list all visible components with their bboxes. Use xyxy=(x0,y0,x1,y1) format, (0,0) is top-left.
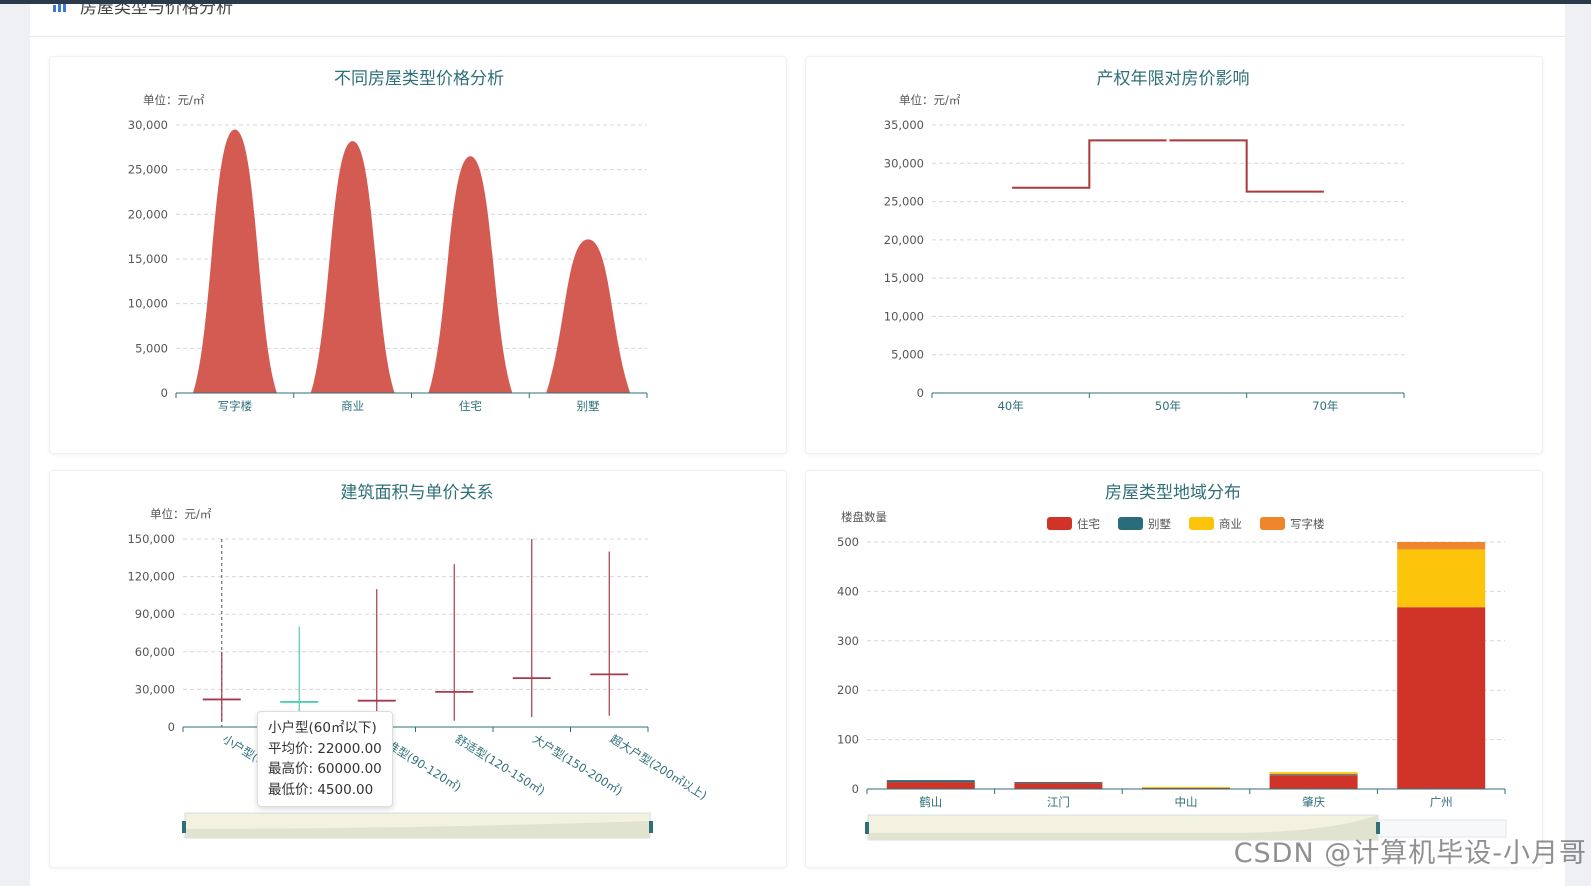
unit-label: 单位：元/㎡ xyxy=(143,93,205,107)
card-type-price: 不同房屋类型价格分析 单位：元/㎡ 0 5,000 10,000 15,000 20,0… xyxy=(49,56,787,454)
x-tick-label: 住宅 xyxy=(459,399,482,413)
chart-title: 不同房屋类型价格分析 xyxy=(334,69,504,89)
y-tick-label: 30,000 xyxy=(135,682,175,696)
bar-住宅 xyxy=(1014,783,1103,789)
y-tick-label: 0 xyxy=(168,720,175,734)
bar-写字楼 xyxy=(1397,542,1486,550)
legend-label: 住宅 xyxy=(1077,517,1100,531)
y-tick-label: 120,000 xyxy=(127,570,175,584)
chart-title: 房屋类型地域分布 xyxy=(1105,483,1241,503)
step-line xyxy=(1010,139,1326,193)
legend-label: 写字楼 xyxy=(1290,517,1325,531)
chart-title: 建筑面积与单价关系 xyxy=(341,483,494,503)
y-tick-label: 150,000 xyxy=(127,532,175,546)
tooltip-avg: 平均价: 22000.00 xyxy=(268,740,382,757)
x-tick-label: 50年 xyxy=(1155,399,1181,413)
chart-icon xyxy=(53,4,66,12)
x-tick-label: 鹤山 xyxy=(919,795,942,809)
data-point xyxy=(1009,186,1013,190)
y-tick-label: 10,000 xyxy=(128,297,168,311)
tooltip-min: 最低价: 4500.00 xyxy=(268,781,374,798)
y-tick-label: 200 xyxy=(837,683,859,697)
bar-住宅 xyxy=(886,782,975,789)
x-tick-label: 江门 xyxy=(1047,795,1070,809)
page-content: 房屋类型与价格分析 不同房屋类型价格分析 单位：元/㎡ 0 5,000 10,000… xyxy=(30,4,1565,886)
bar-别墅 xyxy=(1269,774,1358,776)
y-tick-label: 30,000 xyxy=(884,156,924,170)
price-peak-1 xyxy=(310,141,395,393)
y-tick-label: 90,000 xyxy=(135,607,175,621)
bar-商业 xyxy=(1269,772,1358,775)
x-tick-label: 广州 xyxy=(1430,795,1453,809)
y-tick-label: 20,000 xyxy=(128,207,168,221)
price-peak-0 xyxy=(192,129,277,393)
bar-别墅 xyxy=(886,780,975,783)
y-tick-label: 35,000 xyxy=(884,118,924,132)
x-tick-label: 中山 xyxy=(1175,795,1198,809)
legend-swatch xyxy=(1118,517,1143,530)
x-tick-label: 超大户型(200㎡以上) xyxy=(608,732,710,803)
legend-swatch xyxy=(1260,517,1285,530)
bar-住宅 xyxy=(1269,775,1358,789)
y-tick-label: 20,000 xyxy=(884,233,924,247)
bar-住宅 xyxy=(1397,607,1486,789)
tooltip-max: 最高价: 60000.00 xyxy=(268,761,382,777)
y-tick-label: 400 xyxy=(837,584,859,598)
tooltip-category: 小户型(60㎡以下) xyxy=(268,720,377,736)
y-tick-label: 60,000 xyxy=(135,645,175,659)
page-title: 房屋类型与价格分析 xyxy=(80,4,233,18)
data-point xyxy=(1323,190,1327,194)
x-tick-label: 商业 xyxy=(341,399,364,413)
y-tick-label: 0 xyxy=(161,386,168,400)
y-tick-label: 25,000 xyxy=(884,195,924,209)
y-tick-label: 5,000 xyxy=(135,341,168,355)
right-scroll-area xyxy=(1565,4,1591,886)
slider-handle-right[interactable] xyxy=(649,821,653,833)
card-region-distribution: 房屋类型地域分布 楼盘数量 住宅 别墅 商业 写字楼 0 100 200 300 400 500 鹤… xyxy=(805,470,1543,868)
y-tick-label: 0 xyxy=(852,782,859,796)
slider-handle-left[interactable] xyxy=(865,822,869,834)
legend-swatch xyxy=(1189,517,1214,530)
unit-label: 单位：元/㎡ xyxy=(150,507,212,521)
area-price-chart: 建筑面积与单价关系 单位：元/㎡ 0 30,000 60,000 90,000 120,… xyxy=(127,483,710,839)
x-tick-label: 70年 xyxy=(1312,399,1338,413)
y-tick-label: 10,000 xyxy=(884,309,924,323)
x-tick-label: 别墅 xyxy=(577,399,600,413)
left-sidebar-edge xyxy=(0,4,30,886)
region-distribution-chart: 房屋类型地域分布 楼盘数量 住宅 别墅 商业 写字楼 0 100 200 300 400 500 鹤… xyxy=(837,483,1507,841)
tenure-price-chart: 产权年限对房价影响 单位：元/㎡ 0 5,000 10,000 15,000 20,00… xyxy=(884,69,1405,413)
y-tick-label: 0 xyxy=(917,386,924,400)
chart-title: 产权年限对房价影响 xyxy=(1097,69,1250,89)
price-peak-2 xyxy=(428,156,513,393)
page-header: 房屋类型与价格分析 xyxy=(30,4,1565,37)
y-tick-label: 15,000 xyxy=(128,252,168,266)
y-tick-label: 25,000 xyxy=(128,163,168,177)
card-tenure-price: 产权年限对房价影响 单位：元/㎡ 0 5,000 10,000 15,000 20,00… xyxy=(805,56,1543,454)
x-tick-label: 40年 xyxy=(998,399,1024,413)
bar-商业 xyxy=(1142,787,1230,788)
legend-swatch xyxy=(1047,517,1072,530)
legend-label: 别墅 xyxy=(1148,517,1171,531)
card-area-price: 建筑面积与单价关系 单位：元/㎡ 0 30,000 60,000 90,000 120,… xyxy=(49,470,787,868)
x-tick-label: 肇庆 xyxy=(1302,795,1325,809)
unit-label: 单位：元/㎡ xyxy=(899,93,961,107)
y-tick-label: 30,000 xyxy=(128,118,168,132)
y-tick-label: 100 xyxy=(837,733,859,747)
datazoom-slider[interactable] xyxy=(182,812,653,839)
bar-商业 xyxy=(1397,549,1486,608)
x-tick-label: 写字楼 xyxy=(218,399,253,413)
data-point xyxy=(1166,138,1170,142)
y-tick-label: 500 xyxy=(837,535,859,549)
type-price-chart: 不同房屋类型价格分析 单位：元/㎡ 0 5,000 10,000 15,000 20,0… xyxy=(128,69,648,413)
slider-handle-left[interactable] xyxy=(182,821,186,833)
legend-label: 商业 xyxy=(1219,517,1242,531)
y-tick-label: 300 xyxy=(837,634,859,648)
bar-别墅 xyxy=(1014,782,1103,784)
price-peak-3 xyxy=(546,239,631,393)
candlestick-tooltip: 小户型(60㎡以下) 平均价: 22000.00 最高价: 60000.00 最… xyxy=(257,711,393,807)
watermark: CSDN @计算机毕设-小月哥 xyxy=(1233,838,1587,869)
y-axis-label: 楼盘数量 xyxy=(841,510,887,524)
y-tick-label: 5,000 xyxy=(891,348,924,362)
y-tick-label: 15,000 xyxy=(884,271,924,285)
